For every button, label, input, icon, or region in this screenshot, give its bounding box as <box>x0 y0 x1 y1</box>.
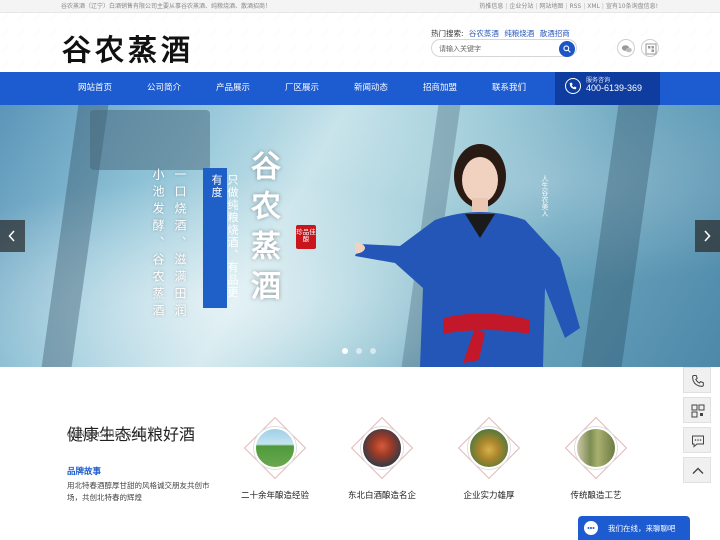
feature-label: 企业实力雄厚 <box>463 491 515 501</box>
top-link-rss[interactable]: RSS <box>569 3 581 10</box>
qrcode-button[interactable] <box>641 39 659 57</box>
nav-item-news[interactable]: 新闻动态 <box>336 72 406 105</box>
chevron-right-icon <box>704 230 711 242</box>
nav-item-home[interactable]: 网站首页 <box>60 72 130 105</box>
top-link-sitemap[interactable]: 网站地图 <box>539 3 563 10</box>
story-text: 用北特春酒醇厚甘甜的风格诚交朋友共创市场，共创北特春的辉煌 <box>67 481 210 502</box>
feature-label: 传统酿造工艺 <box>570 491 622 501</box>
feature-card[interactable]: 东北白酒酿造名企 <box>337 416 427 537</box>
feature-image <box>254 427 296 469</box>
side-phone-button[interactable] <box>683 367 711 393</box>
chat-text: 我们在线，来聊聊吧 <box>608 524 676 533</box>
search-icon <box>563 45 571 53</box>
company-intro: 谷农蒸酒（辽宁）白酒销售有限公司主要从事谷农蒸酒、纯粮烧酒、散酒招商！ <box>61 3 272 10</box>
phone-icon <box>565 78 581 94</box>
feature-card[interactable]: 企业实力雄厚 <box>444 416 534 537</box>
nav-item-franchise[interactable]: 招商加盟 <box>405 72 475 105</box>
back-to-top-button[interactable] <box>683 457 711 483</box>
banner-dot[interactable] <box>342 348 348 354</box>
feature-image <box>361 427 403 469</box>
banner-next-button[interactable] <box>695 220 720 252</box>
top-links: 热推信息 | 企业分站 | 网站地图 | RSS | XML | 宣有10条询盘信息! <box>479 3 658 10</box>
top-link-substation[interactable]: 企业分站 <box>509 3 533 10</box>
feature-label: 二十余年酿造经验 <box>240 491 309 501</box>
spokeswoman-image <box>355 144 580 367</box>
back-to-top-icon <box>692 467 704 474</box>
logo[interactable]: 谷农蒸酒 <box>62 27 194 69</box>
phone-icon <box>692 375 704 387</box>
search-input[interactable] <box>439 43 551 54</box>
feature-card[interactable]: 二十余年酿造经验 <box>230 416 320 537</box>
qrcode-icon <box>645 43 657 55</box>
qrcode-icon <box>691 404 705 418</box>
nav-item-about[interactable]: 公司简介 <box>129 72 199 105</box>
hot-search-link[interactable]: 纯粮烧酒 <box>504 29 534 38</box>
banner-line-2: 小池发酵、谷农蒸酒 <box>151 168 165 321</box>
banner-line-1: 一口烧酒、滋满田润 <box>173 168 187 321</box>
hotline-box: 服务咨询 400-6139-369 <box>555 72 660 105</box>
hot-search-link[interactable]: 散酒招商 <box>540 29 570 38</box>
online-chat-button[interactable]: 我们在线，来聊聊吧 <box>578 516 690 540</box>
nav-item-factory[interactable]: 厂区展示 <box>267 72 337 105</box>
wechat-button[interactable] <box>617 39 635 57</box>
feature-image <box>575 427 617 469</box>
search-box <box>431 39 577 57</box>
side-qrcode-button[interactable] <box>683 397 711 423</box>
top-link-xml[interactable]: XML <box>587 3 600 10</box>
main-nav: 网站首页 公司简介 产品展示 厂区展示 新闻动态 招商加盟 联系我们 服务咨询 … <box>0 72 720 105</box>
feature-image <box>468 427 510 469</box>
feature-label: 东北白酒酿造名企 <box>347 491 416 501</box>
signature: 人生谷农美人 <box>541 175 549 217</box>
chevron-left-icon <box>8 230 15 242</box>
hot-search-label: 热门搜索: <box>431 29 464 38</box>
banner-dot[interactable] <box>356 348 362 354</box>
banner-slogan: 只做纯粮烧酒、有品更有度 <box>210 174 239 299</box>
message-icon <box>692 435 704 448</box>
banner-dot[interactable] <box>370 348 376 354</box>
hot-search: 热门搜索: 谷农蒸酒 纯粮烧酒 散酒招商 <box>431 28 570 39</box>
hotline-number: 400-6139-369 <box>586 83 643 93</box>
hot-search-link[interactable]: 谷农蒸酒 <box>469 29 499 38</box>
wechat-icon <box>621 45 632 53</box>
nav-item-contact[interactable]: 联系我们 <box>474 72 544 105</box>
story-title[interactable]: 品牌故事 <box>67 465 101 477</box>
top-bar: 谷农蒸酒（辽宁）白酒销售有限公司主要从事谷农蒸酒、纯粮烧酒、散酒招商！ 热推信息… <box>0 0 720 13</box>
top-link-hot[interactable]: 热推信息 <box>479 3 503 10</box>
search-button[interactable] <box>559 41 575 57</box>
side-message-button[interactable] <box>683 427 711 453</box>
banner-slogan-box: 只做纯粮烧酒、有品更有度 <box>203 168 239 308</box>
chat-icon <box>584 521 598 535</box>
nav-item-products[interactable]: 产品展示 <box>198 72 268 105</box>
seal-stamp: 珍品佳酿 <box>296 225 316 249</box>
banner-prev-button[interactable] <box>0 220 25 252</box>
header: 谷农蒸酒 热门搜索: 谷农蒸酒 纯粮烧酒 散酒招商 <box>0 13 720 72</box>
top-link-inquiry[interactable]: 宣有10条询盘信息! <box>606 3 658 10</box>
banner-brand: 谷农蒸酒 <box>245 150 280 310</box>
section-pinyin: GUNONGZHENGJIU <box>67 430 145 439</box>
